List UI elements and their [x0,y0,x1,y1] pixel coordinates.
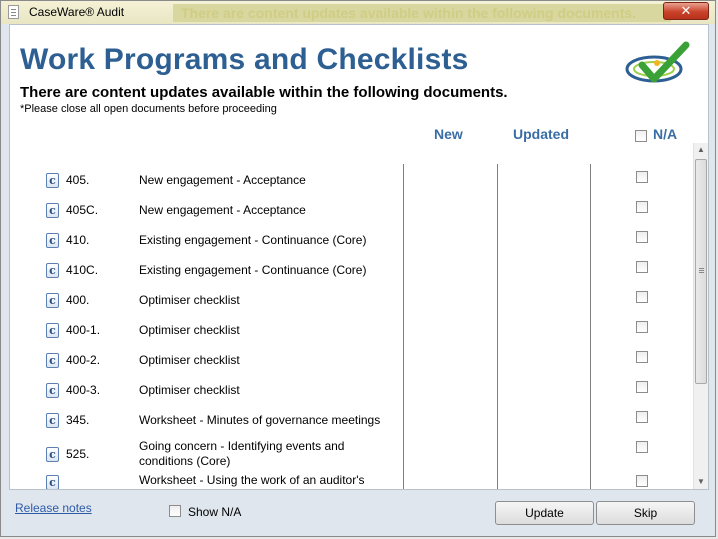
na-checkbox[interactable] [636,381,648,393]
update-button[interactable]: Update [495,501,594,525]
document-code: 410C. [66,263,99,277]
na-checkbox[interactable] [636,475,648,487]
document-description: New engagement - Acceptance [139,173,306,187]
document-icon: c [46,447,59,462]
na-checkbox[interactable] [636,201,648,213]
na-checkbox[interactable] [636,171,648,183]
na-checkbox[interactable] [636,291,648,303]
list-item: c 400. Optimiser checklist [10,283,693,313]
background-window-banner: There are content updates available with… [173,4,671,22]
vertical-scrollbar[interactable]: ▲ ▼ [693,143,708,489]
list-item: c 345. Worksheet - Minutes of governance… [10,403,693,433]
na-checkbox[interactable] [636,351,648,363]
document-code: 400. [66,293,90,307]
document-icon: c [46,413,59,428]
title-bar[interactable]: CaseWare® Audit There are content update… [1,1,715,24]
document-icon: c [46,353,59,368]
close-button[interactable]: ✕ [663,2,709,20]
document-description: Optimiser checklist [139,353,240,367]
page-title: Work Programs and Checklists [20,43,469,76]
list-item: c Worksheet - Using the work of an audit… [10,469,693,489]
show-na-label[interactable]: Show N/A [188,505,241,519]
document-description: Existing engagement - Continuance (Core) [139,233,367,247]
document-icon: c [46,173,59,188]
list-item: c 400-3. Optimiser checklist [10,373,693,403]
document-icon: c [46,475,59,489]
na-checkbox[interactable] [636,321,648,333]
document-code: 410. [66,233,90,247]
scrollbar-thumb[interactable] [695,159,707,384]
document-code: 525. [66,447,90,461]
window-title: CaseWare® Audit [29,5,125,19]
list-item: c 525. Going concern - Identifying event… [10,433,693,469]
document-code: 345. [66,413,90,427]
document-description: Existing engagement - Continuance (Core) [139,263,367,277]
scroll-up-arrow-icon[interactable]: ▲ [694,143,708,157]
document-icon: c [46,203,59,218]
list-item: c 400-1. Optimiser checklist [10,313,693,343]
document-list: c 405. New engagement - Acceptance c 405… [10,143,693,489]
list-item: c 410C. Existing engagement - Continuanc… [10,253,693,283]
document-code: 405. [66,173,90,187]
document-code: 400-2. [66,353,101,367]
list-item: c 405. New engagement - Acceptance [10,163,693,193]
document-description: Optimiser checklist [139,293,240,307]
document-code: 405C. [66,203,99,217]
subtitle: There are content updates available with… [20,84,508,101]
document-description: Worksheet - Using the work of an auditor… [139,473,365,487]
document-description: Going concern - Identifying events and c… [139,439,345,468]
caseware-logo-icon [625,41,690,83]
list-item: c 410. Existing engagement - Continuance… [10,223,693,253]
column-header-new: New [434,126,463,142]
scroll-down-arrow-icon[interactable]: ▼ [694,475,708,489]
na-checkbox[interactable] [636,411,648,423]
release-notes-link[interactable]: Release notes [15,501,92,515]
list-item: c 400-2. Optimiser checklist [10,343,693,373]
document-code: 400-1. [66,323,101,337]
document-description: Optimiser checklist [139,383,240,397]
na-checkbox[interactable] [636,231,648,243]
window-document-icon [8,5,19,19]
column-header-updated: Updated [513,126,569,142]
footer-bar: Release notes Show N/A Update Skip [1,490,715,536]
document-icon: c [46,323,59,338]
document-description: Worksheet - Minutes of governance meetin… [139,413,381,427]
scrollbar-grip-icon [699,268,704,269]
document-icon: c [46,233,59,248]
na-select-all-checkbox[interactable] [635,130,647,142]
list-item: c 405C. New engagement - Acceptance [10,193,693,223]
content-panel: Work Programs and Checklists There are c… [9,24,709,490]
document-description: Optimiser checklist [139,323,240,337]
document-icon: c [46,383,59,398]
column-header-na: N/A [653,126,678,142]
na-checkbox[interactable] [636,441,648,453]
document-icon: c [46,293,59,308]
document-description: New engagement - Acceptance [139,203,306,217]
document-icon: c [46,263,59,278]
show-na-checkbox[interactable] [169,505,181,517]
dialog-window: CaseWare® Audit There are content update… [0,0,716,537]
document-code: 400-3. [66,383,101,397]
skip-button[interactable]: Skip [596,501,695,525]
instruction-note: *Please close all open documents before … [20,103,277,115]
na-checkbox[interactable] [636,261,648,273]
